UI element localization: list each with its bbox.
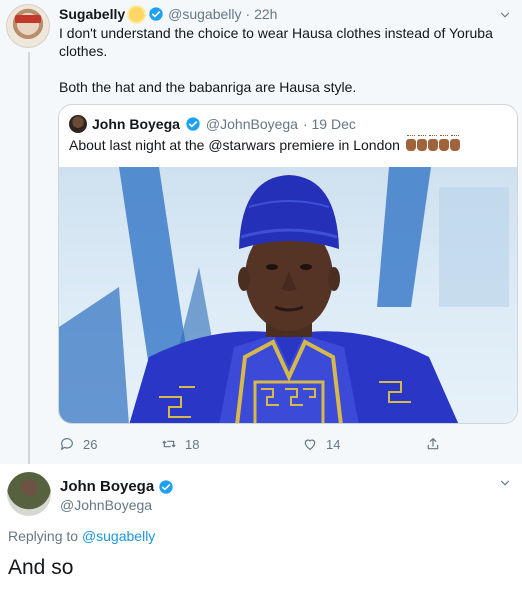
like-count: 14 (326, 436, 341, 452)
quoted-author-avatar (69, 115, 87, 133)
replying-to: Replying to @sugabelly (8, 528, 155, 544)
share-icon[interactable] (425, 436, 441, 452)
john-boyega-avatar[interactable] (7, 472, 51, 516)
chevron-down-icon[interactable] (498, 8, 512, 22)
reply-count: 26 (83, 436, 98, 452)
sun-emoji-icon (129, 6, 145, 22)
quoted-tweet-text: About last night at the @starwars premie… (69, 135, 460, 153)
author-name[interactable]: Sugabelly (59, 6, 125, 22)
quoted-date: · 19 Dec (302, 116, 356, 132)
replying-to-prefix: Replying to (8, 528, 79, 544)
like-icon[interactable] (302, 436, 318, 452)
tweet-text: I don't understand the choice to wear Ha… (59, 24, 514, 114)
reply-tweet[interactable]: John Boyega @JohnBoyega Replying to @sug… (0, 464, 522, 589)
reply-author-name[interactable]: John Boyega (60, 478, 154, 495)
chevron-down-icon[interactable] (498, 476, 512, 490)
quoted-tweet-header: John Boyega @JohnBoyega · 19 Dec (69, 115, 356, 133)
parent-tweet[interactable]: Sugabelly @sugabelly · 22h I don't under… (0, 0, 522, 464)
clapping-hands-emoji-icon (405, 135, 460, 151)
sugabelly-avatar[interactable] (6, 4, 50, 48)
tweet-text-paragraph-2: Both the hat and the babanriga are Hausa… (59, 79, 357, 95)
tweet-header: Sugabelly @sugabelly · 22h (59, 6, 277, 22)
verified-badge-icon (159, 479, 173, 494)
retweet-action[interactable]: 18 (161, 436, 199, 452)
thread-connector-line (28, 52, 30, 464)
reply-icon[interactable] (59, 436, 75, 452)
reply-text: And so (8, 556, 74, 579)
quoted-author-handle: @JohnBoyega (205, 116, 298, 132)
verified-badge-icon (186, 117, 200, 131)
reply-author-handle[interactable]: @JohnBoyega (60, 497, 152, 513)
quoted-tweet-photo[interactable] (59, 167, 517, 423)
quoted-author-name: John Boyega (92, 116, 180, 132)
like-action[interactable]: 14 (302, 436, 340, 452)
reply-action[interactable]: 26 (59, 436, 97, 452)
tweet-text-paragraph-1: I don't understand the choice to wear Ha… (59, 25, 493, 59)
premiere-photo-illustration (59, 167, 509, 423)
share-action[interactable] (425, 436, 441, 452)
retweet-icon[interactable] (161, 436, 177, 452)
replying-to-link[interactable]: @sugabelly (82, 528, 155, 544)
quoted-text: About last night at the @starwars premie… (69, 137, 400, 153)
verified-badge-icon (149, 7, 163, 21)
retweet-count: 18 (185, 436, 200, 452)
author-handle[interactable]: @sugabelly (168, 6, 241, 22)
tweet-actions: 26 18 14 (59, 436, 459, 456)
tweet-time[interactable]: · 22h (246, 6, 278, 22)
quoted-tweet-card[interactable]: John Boyega @JohnBoyega · 19 Dec About l… (58, 104, 518, 424)
reply-author: John Boyega (60, 478, 174, 495)
